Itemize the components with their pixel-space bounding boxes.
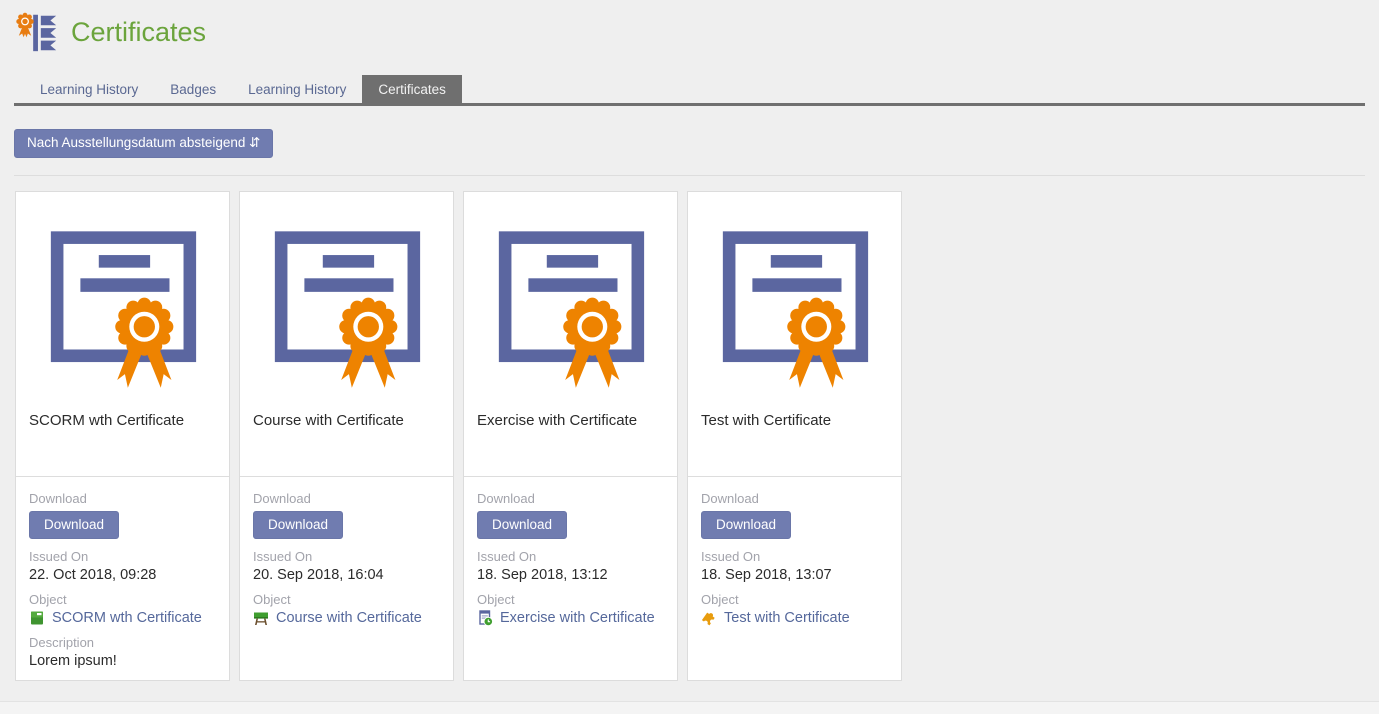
certificate-card: SCORM wth Certificate Download Download … <box>15 191 230 681</box>
issued-on-value: 20. Sep 2018, 16:04 <box>253 567 440 583</box>
toolbar-divider <box>14 175 1365 176</box>
certificate-card: Test with Certificate Download Download … <box>687 191 902 681</box>
issued-on-value: 18. Sep 2018, 13:07 <box>701 567 888 583</box>
sort-button[interactable]: Nach Ausstellungsdatum absteigend ⇵ <box>14 129 273 158</box>
download-label: Download <box>477 491 664 506</box>
card-title: Course with Certificate <box>240 398 453 429</box>
card-title: Exercise with Certificate <box>464 398 677 429</box>
issued-on-value: 18. Sep 2018, 13:12 <box>477 567 664 583</box>
certificate-image <box>255 208 439 398</box>
sort-direction-icon: ⇵ <box>249 135 260 150</box>
tab-badges[interactable]: Badges <box>154 75 232 103</box>
certificate-card-list: SCORM wth Certificate Download Download … <box>15 191 1365 681</box>
issued-on-label: Issued On <box>701 549 888 564</box>
card-title: SCORM wth Certificate <box>16 398 229 429</box>
object-label: Object <box>29 592 216 607</box>
certificate-image <box>703 208 887 398</box>
object-link[interactable]: Exercise with Certificate <box>500 610 655 626</box>
sort-button-label: Nach Ausstellungsdatum absteigend <box>27 135 245 150</box>
object-label: Object <box>253 592 440 607</box>
scorm-module-icon <box>29 610 45 626</box>
issued-on-label: Issued On <box>253 549 440 564</box>
download-button[interactable]: Download <box>477 511 567 539</box>
object-link[interactable]: Course with Certificate <box>276 610 422 626</box>
course-icon <box>253 610 269 626</box>
download-button[interactable]: Download <box>253 511 343 539</box>
download-label: Download <box>29 491 216 506</box>
tab-learning-history-1[interactable]: Learning History <box>24 75 154 103</box>
certificate-image <box>31 208 215 398</box>
description-label: Description <box>29 635 216 650</box>
download-button[interactable]: Download <box>29 511 119 539</box>
issued-on-label: Issued On <box>477 549 664 564</box>
page-header: Certificates <box>0 0 1379 55</box>
page-title: Certificates <box>71 17 206 48</box>
download-label: Download <box>701 491 888 506</box>
card-title: Test with Certificate <box>688 398 901 429</box>
certificate-ribbon-flags-icon <box>14 9 60 55</box>
issued-on-value: 22. Oct 2018, 09:28 <box>29 567 216 583</box>
certificate-card: Exercise with Certificate Download Downl… <box>463 191 678 681</box>
download-button[interactable]: Download <box>701 511 791 539</box>
toolbar: Nach Ausstellungsdatum absteigend ⇵ <box>14 129 1365 158</box>
issued-on-label: Issued On <box>29 549 216 564</box>
tab-bar: Learning History Badges Learning History… <box>14 75 1365 106</box>
test-puzzle-icon <box>701 610 717 626</box>
object-label: Object <box>477 592 664 607</box>
footer-edge <box>0 701 1379 714</box>
object-link[interactable]: Test with Certificate <box>724 610 850 626</box>
tab-learning-history-2[interactable]: Learning History <box>232 75 362 103</box>
object-label: Object <box>701 592 888 607</box>
exercise-icon <box>477 610 493 626</box>
download-label: Download <box>253 491 440 506</box>
certificate-card: Course with Certificate Download Downloa… <box>239 191 454 681</box>
object-link[interactable]: SCORM wth Certificate <box>52 610 202 626</box>
tab-certificates[interactable]: Certificates <box>362 75 462 103</box>
certificate-image <box>479 208 663 398</box>
description-value: Lorem ipsum! <box>29 653 216 669</box>
